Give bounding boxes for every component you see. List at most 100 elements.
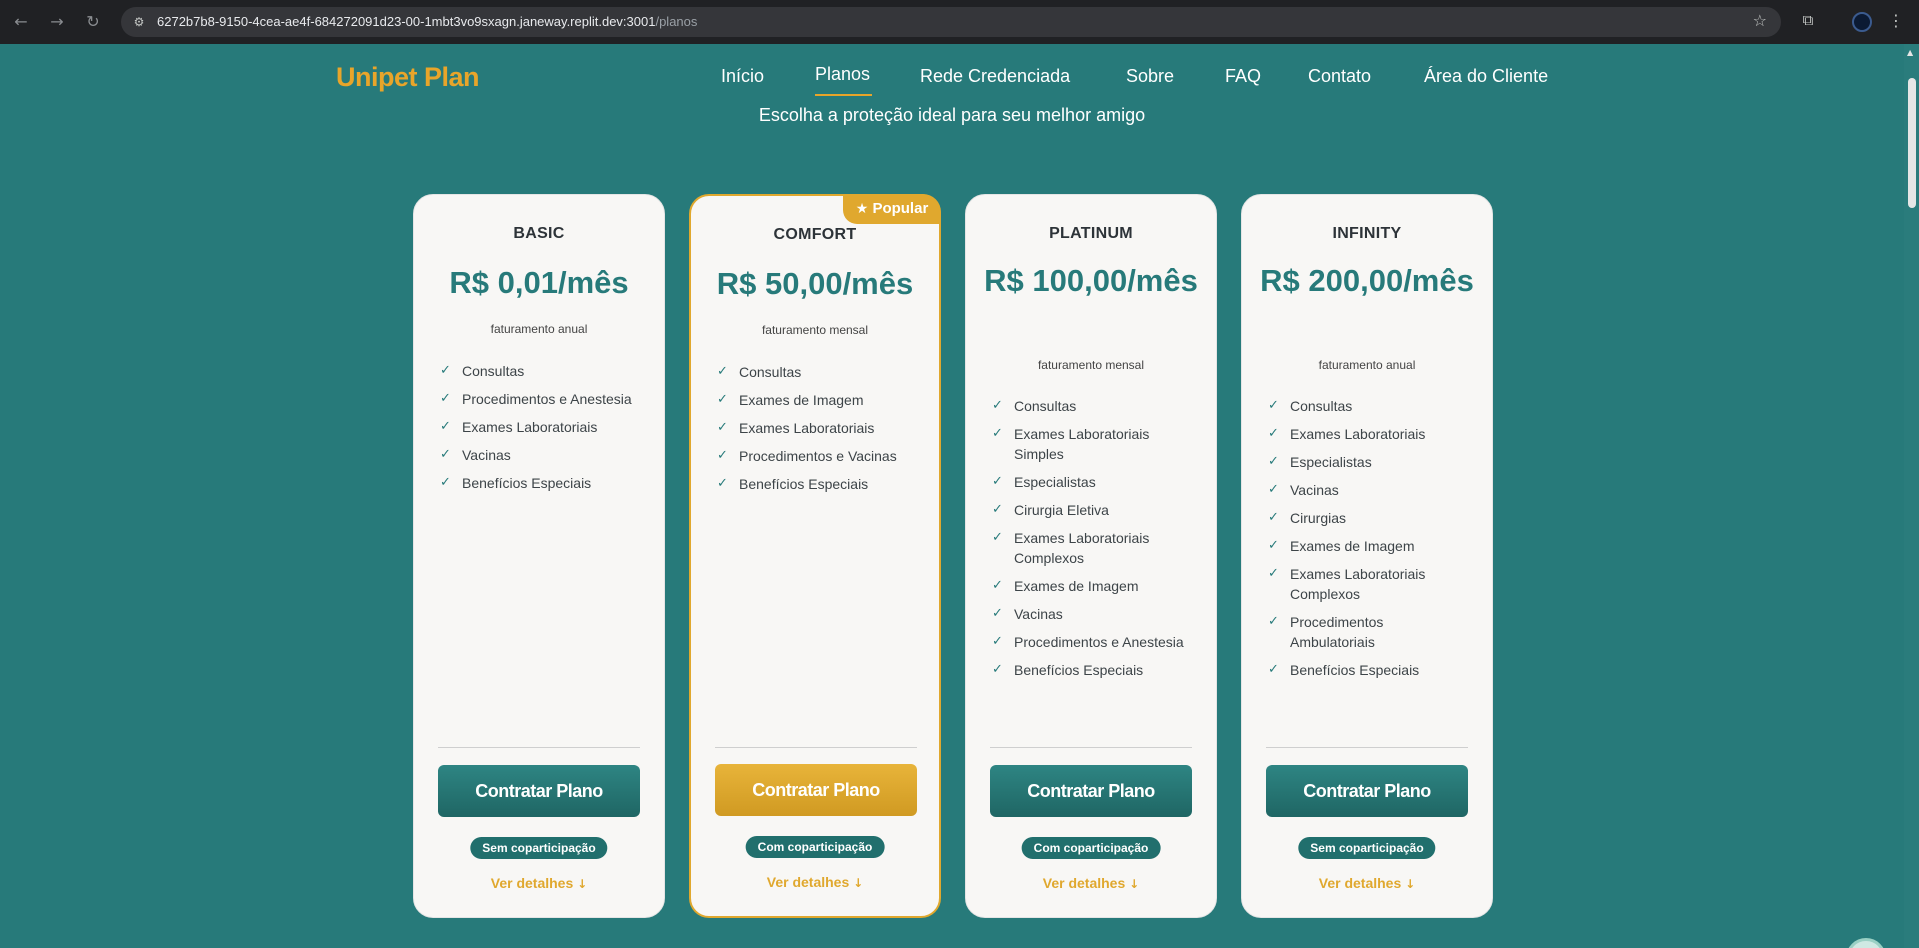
plan-card-infinity: INFINITY R$ 200,00/mês faturamento anual… [1241, 194, 1493, 918]
feature-item: ✓ Exames de Imagem [717, 390, 917, 410]
profile-avatar[interactable] [1852, 12, 1872, 32]
plan-price: R$ 50,00/mês [716, 266, 914, 301]
card-divider [438, 747, 640, 748]
nav-planos[interactable]: Planos [815, 64, 870, 85]
feature-label: Vacinas [462, 447, 511, 463]
ver-detalhes-label: Ver detalhes [490, 875, 574, 891]
card-divider [990, 747, 1192, 748]
feature-item: ✓ Consultas [1268, 396, 1468, 416]
feature-item: ✓ Especialistas [1268, 452, 1468, 472]
plan-name: COMFORT [773, 226, 857, 243]
check-icon: ✓ [992, 662, 1003, 677]
extensions-icon[interactable]: ⧉ [1797, 11, 1819, 33]
scroll-thumb[interactable] [1908, 78, 1916, 208]
feature-label: Exames Laboratoriais [1290, 426, 1426, 442]
page-scrollbar[interactable]: ▲ [1904, 44, 1919, 948]
feature-label: Benefícios Especiais [739, 476, 869, 492]
check-icon: ✓ [1268, 454, 1279, 469]
nav-inicio[interactable]: Início [721, 66, 764, 87]
nav-contato[interactable]: Contato [1308, 66, 1371, 87]
plan-price: R$ 0,01/mês [449, 265, 629, 300]
check-icon: ✓ [440, 391, 451, 406]
nav-sobre[interactable]: Sobre [1126, 66, 1174, 87]
plan-name: BASIC [513, 225, 565, 242]
check-icon: ✓ [1268, 614, 1279, 629]
feature-label: Consultas [1014, 398, 1077, 414]
feature-label: Exames de Imagem [739, 392, 864, 408]
arrow-down-icon: ↓ [853, 876, 864, 890]
plan-card-platinum: PLATINUM R$ 100,00/mês faturamento mensa… [965, 194, 1217, 918]
site-settings-icon[interactable]: ⚙ [129, 12, 149, 32]
check-icon: ✓ [992, 578, 1003, 593]
check-icon: ✓ [1268, 538, 1279, 553]
feature-label: Cirurgias [1290, 510, 1347, 526]
chat-widget-button[interactable] [1846, 938, 1886, 948]
reload-icon[interactable]: ↻ [82, 11, 104, 33]
feature-label: Benefícios Especiais [462, 475, 592, 491]
check-icon: ✓ [1268, 510, 1279, 525]
feature-label: Consultas [462, 363, 525, 379]
page-subtitle: Escolha a proteção ideal para seu melhor… [758, 105, 1146, 125]
feature-item: ✓ Benefícios Especiais [992, 660, 1192, 680]
plan-card-basic: BASIC R$ 0,01/mês faturamento anual ✓ Con… [413, 194, 665, 918]
scroll-up-arrow-icon[interactable]: ▲ [1907, 48, 1913, 57]
check-icon: ✓ [1268, 482, 1279, 497]
nav-faq[interactable]: FAQ [1225, 66, 1261, 87]
forward-icon[interactable]: → [46, 11, 68, 33]
feature-item: ✓ Consultas [717, 362, 917, 382]
feature-item: ✓ Benefícios Especiais [717, 474, 917, 494]
plan-billing: faturamento mensal [761, 323, 869, 337]
back-icon[interactable]: ← [10, 11, 32, 33]
popular-badge: ★ Popular [843, 194, 941, 224]
check-icon: ✓ [440, 475, 451, 490]
feature-label: Procedimentos e Vacinas [739, 448, 897, 464]
address-bar[interactable]: ⚙ 6272b7b8-9150-4cea-ae4f-684272091d23-0… [121, 7, 1781, 37]
feature-item: ✓ Exames Laboratoriais Complexos [992, 528, 1192, 568]
copay-badge: Com coparticipação [1021, 837, 1161, 859]
feature-label: Especialistas [1290, 454, 1372, 470]
contratar-plano-button[interactable]: Contratar Plano [990, 765, 1192, 817]
ver-detalhes-label: Ver detalhes [1042, 875, 1126, 891]
feature-label: Cirurgia Eletiva [1014, 502, 1109, 518]
check-icon: ✓ [992, 634, 1003, 649]
ver-detalhes-label: Ver detalhes [1318, 875, 1402, 891]
plan-name: PLATINUM [1049, 225, 1133, 242]
nav-active-underline [815, 94, 872, 96]
check-icon: ✓ [1268, 398, 1279, 413]
url-path: /planos [655, 14, 698, 29]
ver-detalhes-link[interactable]: Ver detalhes ↓ [966, 875, 1216, 891]
contratar-plano-button[interactable]: Contratar Plano [1266, 765, 1468, 817]
feature-label: Exames Laboratoriais Simples [1014, 426, 1150, 462]
plan-billing: faturamento anual [1318, 358, 1416, 372]
nav-area-do-cliente[interactable]: Área do Cliente [1424, 66, 1548, 87]
contratar-plano-button[interactable]: Contratar Plano [438, 765, 640, 817]
contratar-plano-button[interactable]: Contratar Plano [715, 764, 917, 816]
star-icon: ★ [855, 201, 869, 217]
check-icon: ✓ [717, 392, 728, 407]
card-divider [1266, 747, 1468, 748]
browser-menu-icon[interactable]: ⋮ [1886, 11, 1906, 33]
feature-item: ✓ Exames Laboratoriais [717, 418, 917, 438]
ver-detalhes-link[interactable]: Ver detalhes ↓ [691, 874, 939, 890]
nav-rede-credenciada[interactable]: Rede Credenciada [920, 66, 1070, 87]
check-icon: ✓ [717, 476, 728, 491]
feature-item: ✓ Consultas [992, 396, 1192, 416]
check-icon: ✓ [992, 606, 1003, 621]
copay-badge: Sem coparticipação [1298, 837, 1436, 859]
check-icon: ✓ [992, 398, 1003, 413]
bookmark-star-icon[interactable]: ☆ [1753, 11, 1767, 30]
feature-label: Benefícios Especiais [1014, 662, 1144, 678]
copay-badge: Sem coparticipação [470, 837, 608, 859]
url-host: 6272b7b8-9150-4cea-ae4f-684272091d23-00-… [157, 14, 656, 29]
feature-label: Consultas [1290, 398, 1353, 414]
feature-item: ✓ Cirurgias [1268, 508, 1468, 528]
plan-price: R$ 100,00/mês [984, 263, 1198, 298]
feature-label: Benefícios Especiais [1290, 662, 1420, 678]
site-logo[interactable]: Unipet Plan [336, 62, 480, 93]
ver-detalhes-link[interactable]: Ver detalhes ↓ [414, 875, 664, 891]
url-text[interactable]: 6272b7b8-9150-4cea-ae4f-684272091d23-00-… [157, 14, 697, 29]
feature-list: ✓ Consultas ✓ Exames Laboratoriais ✓ Especi… [1268, 396, 1468, 688]
feature-label: Procedimentos e Anestesia [1014, 634, 1184, 650]
ver-detalhes-link[interactable]: Ver detalhes ↓ [1242, 875, 1492, 891]
arrow-down-icon: ↓ [1405, 877, 1416, 891]
